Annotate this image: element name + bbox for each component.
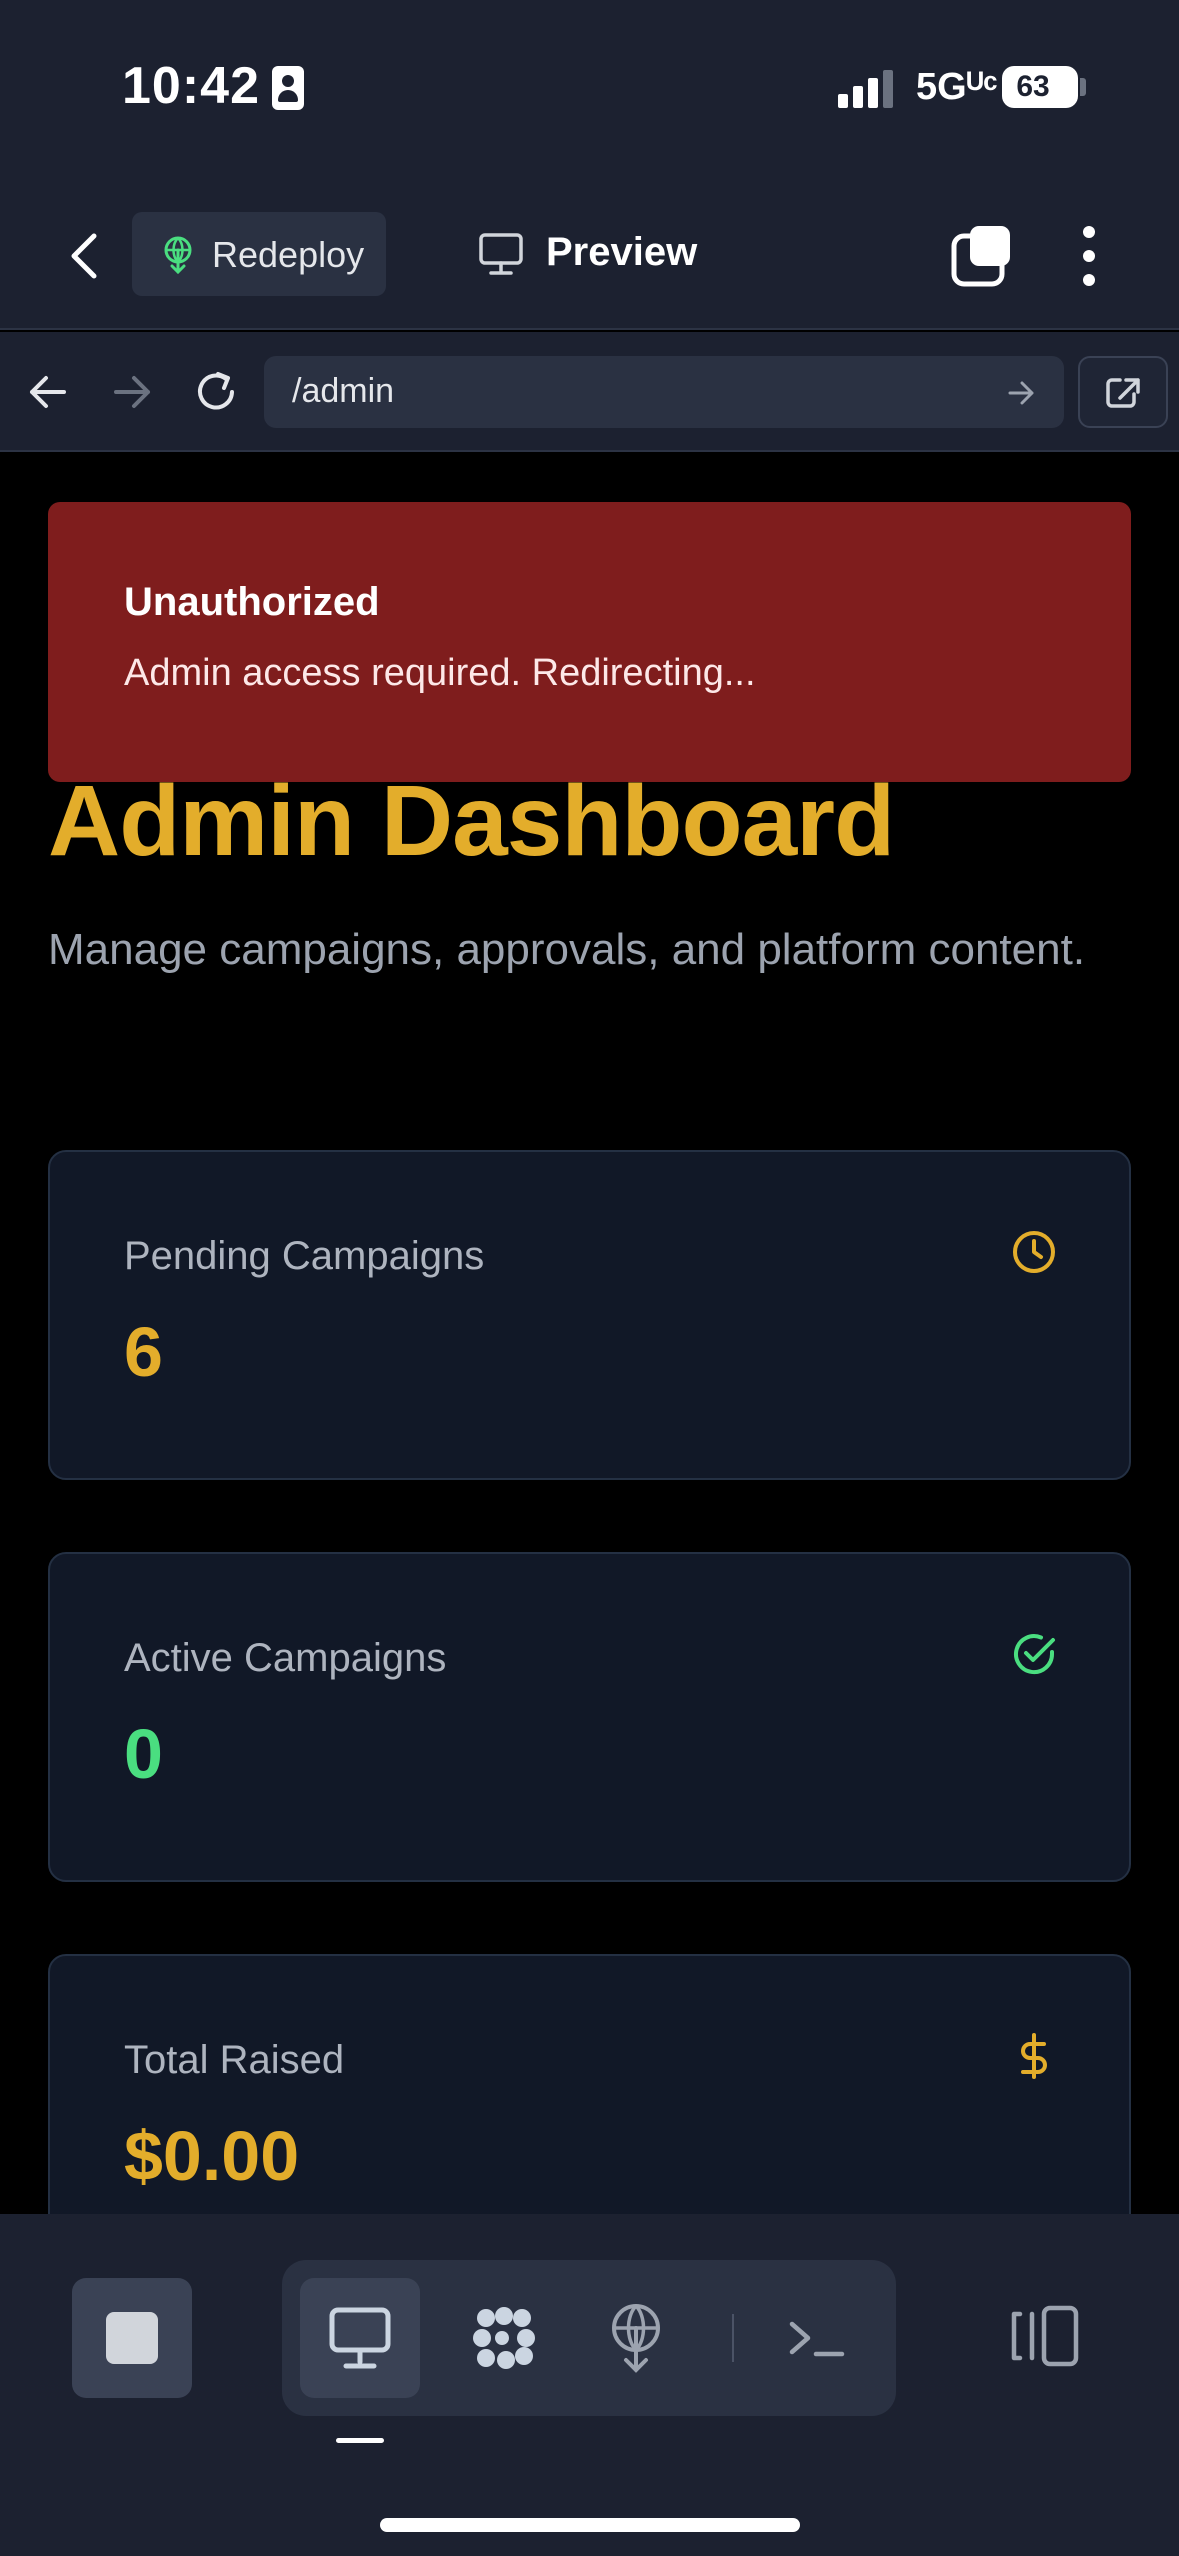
battery-nub: [1080, 78, 1086, 96]
arrow-right-icon: [114, 376, 150, 408]
stat-value: 6: [124, 1313, 163, 1391]
external-link-icon: [1106, 378, 1140, 408]
url-text: /admin: [292, 372, 395, 410]
contact-card-icon: [272, 66, 304, 110]
terminal-icon: [789, 2321, 845, 2357]
toast-message: Admin access required. Redirecting...: [124, 652, 756, 694]
stat-value: 0: [124, 1715, 163, 1793]
dollar-icon: [1021, 2033, 1047, 2079]
deploy-globe-icon: [164, 236, 192, 274]
redeploy-button[interactable]: Redeploy: [132, 212, 386, 296]
nodes-cluster-icon: [473, 2307, 535, 2369]
go-arrow-icon[interactable]: [1004, 376, 1038, 410]
stat-value: $0.00: [124, 2117, 300, 2195]
mode-switcher: [282, 2260, 896, 2416]
monitor-icon: [479, 233, 523, 275]
url-input[interactable]: /admin: [264, 356, 1064, 428]
stop-button[interactable]: [72, 2278, 192, 2398]
arrow-left-icon: [30, 376, 66, 408]
redeploy-label: Redeploy: [212, 234, 365, 275]
stat-card-total-raised: Total Raised $0.00: [48, 1954, 1131, 2214]
battery-icon: 63: [1002, 66, 1078, 108]
status-time: 10:42: [122, 57, 260, 115]
toast-title: Unauthorized: [124, 580, 380, 624]
stop-icon: [106, 2312, 158, 2364]
cellular-signal-icon: [838, 68, 894, 108]
monitor-icon: [329, 2307, 391, 2369]
stat-label: Active Campaigns: [124, 1636, 447, 1680]
split-panel-icon: [1011, 2305, 1079, 2367]
stat-card-pending: Pending Campaigns 6: [48, 1150, 1131, 1480]
reload-button[interactable]: [186, 362, 246, 422]
chevron-left-icon: [71, 233, 97, 279]
page-content: Unauthorized Admin access required. Redi…: [0, 454, 1179, 2214]
error-toast[interactable]: Unauthorized Admin access required. Redi…: [48, 502, 1131, 782]
browser-nav-bar: /admin: [0, 332, 1179, 452]
stat-card-active: Active Campaigns 0: [48, 1552, 1131, 1882]
network-type-label: 5Gᵁᶜ: [916, 66, 998, 108]
mode-divider: [732, 2314, 734, 2362]
preview-mode-button[interactable]: [300, 2278, 420, 2398]
check-circle-icon: [1014, 1634, 1055, 1675]
clock-icon: [1013, 1231, 1055, 1273]
console-mode-button[interactable]: [758, 2278, 878, 2398]
battery-level: 63: [1016, 70, 1050, 103]
tabs-button[interactable]: [950, 224, 1014, 288]
preview-tab[interactable]: Preview: [478, 216, 718, 292]
preview-label: Preview: [546, 230, 698, 274]
tabs-stack-icon: [951, 226, 1010, 287]
split-view-button[interactable]: [1008, 2304, 1082, 2368]
page-subtitle: Manage campaigns, approvals, and platfor…: [48, 925, 1086, 974]
status-bar: 10:42 5Gᵁᶜ 63: [0, 0, 1179, 180]
more-options-button[interactable]: [1070, 224, 1110, 288]
deploy-globe-icon: [612, 2304, 660, 2373]
back-button[interactable]: [60, 226, 110, 286]
deploy-mode-button[interactable]: [576, 2278, 696, 2398]
workflow-mode-button[interactable]: [444, 2278, 564, 2398]
bottom-toolbar: [0, 2214, 1179, 2556]
browser-forward-button[interactable]: [102, 362, 162, 422]
browser-back-button[interactable]: [18, 362, 78, 422]
active-mode-indicator: [336, 2438, 384, 2443]
stat-label: Pending Campaigns: [124, 1234, 485, 1278]
home-indicator: [380, 2518, 800, 2532]
open-external-button[interactable]: [1078, 356, 1168, 428]
stat-label: Total Raised: [124, 2038, 345, 2082]
reload-icon: [198, 372, 234, 410]
app-header: Redeploy Preview: [0, 180, 1179, 330]
